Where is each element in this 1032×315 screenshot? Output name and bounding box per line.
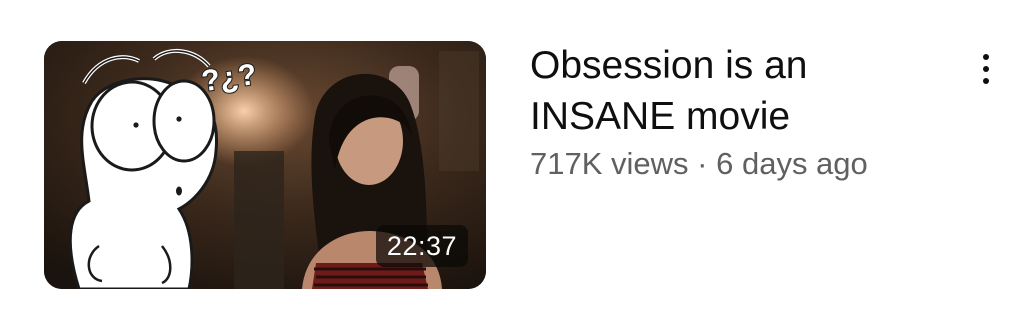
meta-separator: ·: [697, 146, 708, 181]
kebab-dot: [983, 66, 989, 72]
view-count: 717K views: [530, 146, 689, 181]
video-stats: 717K views · 6 days ago: [530, 144, 950, 184]
kebab-dot: [983, 54, 989, 60]
video-meta: Obsession is an INSANE movie 717K views …: [530, 40, 950, 184]
more-vert-icon[interactable]: [964, 42, 1008, 96]
upload-age: 6 days ago: [716, 146, 868, 181]
video-thumbnail[interactable]: ?¿? 22:37: [44, 41, 486, 289]
video-card[interactable]: ?¿? 22:37 Obsession is an INSANE movie 7…: [0, 0, 1032, 315]
video-title[interactable]: Obsession is an INSANE movie: [530, 40, 950, 142]
kebab-dot: [983, 78, 989, 84]
duration-badge: 22:37: [375, 225, 468, 267]
